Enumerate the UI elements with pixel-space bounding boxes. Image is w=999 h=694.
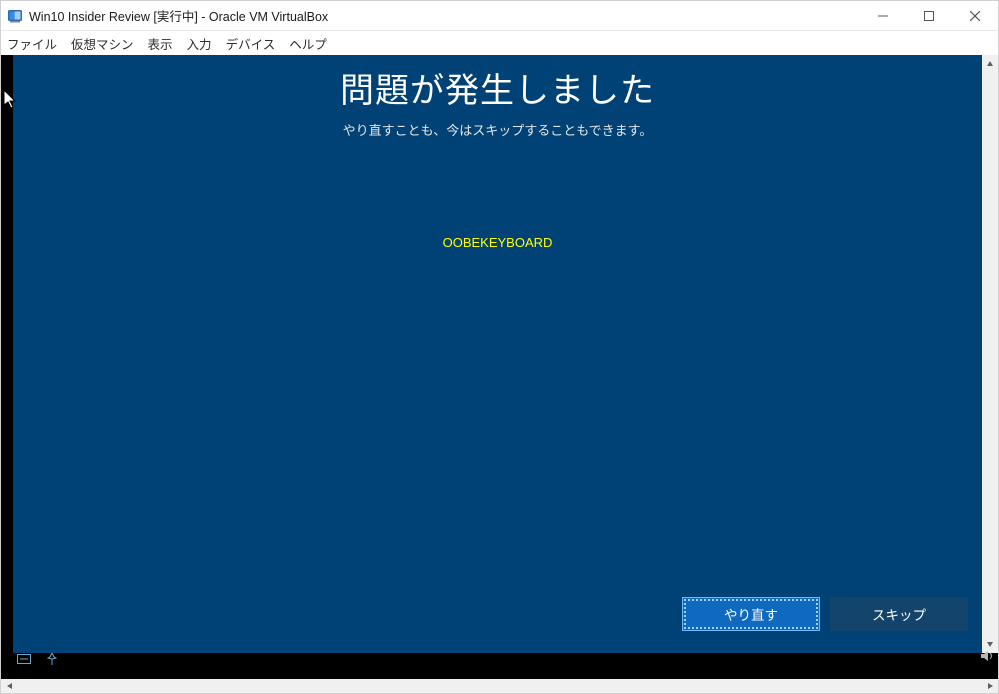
menubar: ファイル 仮想マシン 表示 入力 デバイス ヘルプ xyxy=(1,31,998,55)
virtualbox-window: Win10 Insider Review [実行中] - Oracle VM V… xyxy=(0,0,999,694)
scroll-up-icon[interactable] xyxy=(982,55,998,73)
guest-statusbar xyxy=(1,653,998,667)
oobe-button-row: やり直す スキップ xyxy=(682,597,968,631)
oobe-title: 問題が発生しました xyxy=(340,63,655,112)
menu-machine[interactable]: 仮想マシン xyxy=(71,34,134,53)
close-button[interactable] xyxy=(952,1,998,31)
sound-icon xyxy=(980,650,994,665)
minimize-button[interactable] xyxy=(860,1,906,31)
pin-icon xyxy=(47,653,57,668)
oobe-error-code: OOBEKEYBOARD xyxy=(443,235,553,250)
window-controls xyxy=(860,1,998,30)
menu-view[interactable]: 表示 xyxy=(148,34,173,53)
vertical-scrollbar[interactable] xyxy=(982,55,998,653)
menu-input[interactable]: 入力 xyxy=(187,34,212,53)
maximize-button[interactable] xyxy=(906,1,952,31)
menu-help[interactable]: ヘルプ xyxy=(289,34,327,53)
menu-file[interactable]: ファイル xyxy=(7,34,57,53)
skip-button[interactable]: スキップ xyxy=(830,597,968,631)
oobe-subtitle: やり直すことも、今はスキップすることもできます。 xyxy=(343,120,653,139)
horizontal-scrollbar[interactable] xyxy=(1,679,998,693)
scroll-left-icon[interactable] xyxy=(1,679,18,693)
virtualbox-app-icon xyxy=(7,8,23,24)
retry-button[interactable]: やり直す xyxy=(682,597,820,631)
titlebar[interactable]: Win10 Insider Review [実行中] - Oracle VM V… xyxy=(1,1,998,31)
window-title: Win10 Insider Review [実行中] - Oracle VM V… xyxy=(29,6,860,25)
menu-devices[interactable]: デバイス xyxy=(226,34,276,53)
keyboard-icon xyxy=(17,653,31,667)
scroll-right-icon[interactable] xyxy=(981,679,998,693)
scrollbar-track[interactable] xyxy=(18,679,981,693)
oobe-screen: 問題が発生しました やり直すことも、今はスキップすることもできます。 OOBEK… xyxy=(13,55,982,653)
guest-display[interactable]: 問題が発生しました やり直すことも、今はスキップすることもできます。 OOBEK… xyxy=(1,55,998,679)
